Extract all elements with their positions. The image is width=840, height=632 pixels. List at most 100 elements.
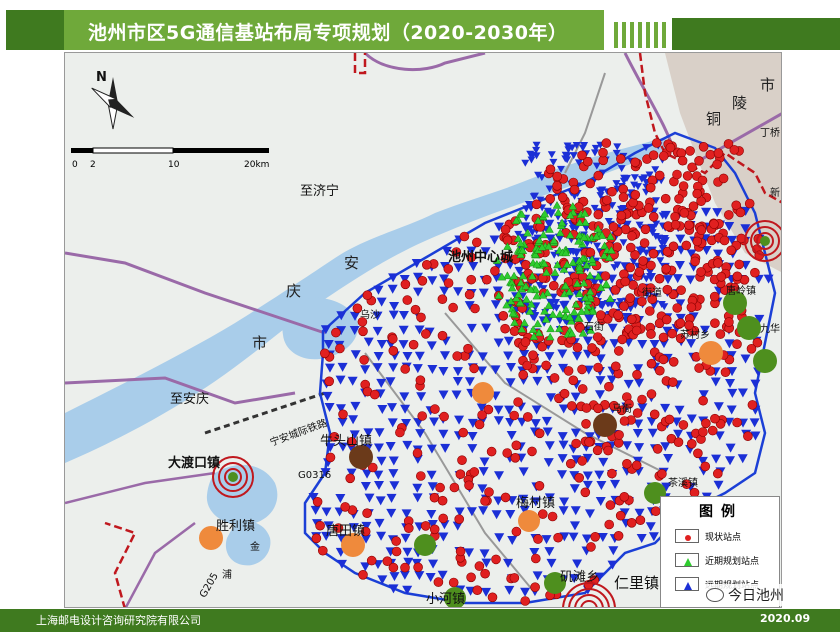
existing-site — [679, 208, 690, 218]
existing-site — [746, 343, 757, 354]
existing-site — [491, 554, 501, 565]
label-meicun: 梅村镇 — [516, 496, 556, 511]
existing-site — [388, 345, 399, 356]
label-renli: 仁里镇 — [614, 574, 660, 592]
existing-site — [593, 362, 603, 373]
existing-site — [458, 427, 469, 438]
existing-site — [712, 159, 722, 170]
existing-site — [362, 290, 373, 300]
existing-site — [577, 150, 587, 161]
existing-site — [652, 444, 663, 454]
existing-site — [626, 314, 637, 325]
existing-site — [585, 247, 596, 258]
label-shengli: 胜利镇 — [216, 519, 256, 534]
existing-site — [673, 437, 684, 448]
existing-site — [481, 274, 492, 285]
existing-site — [658, 354, 669, 365]
existing-site — [500, 323, 510, 334]
existing-site — [729, 145, 740, 155]
existing-site — [616, 210, 627, 221]
existing-site — [646, 389, 657, 399]
existing-site — [577, 384, 588, 394]
scale-tick-20: 20km — [244, 160, 270, 170]
label-jin: 金 — [250, 542, 260, 553]
existing-site — [613, 346, 624, 356]
existing-site — [358, 569, 368, 580]
existing-site — [632, 369, 642, 380]
label-ling: 陵 — [732, 94, 748, 112]
existing-site — [690, 256, 700, 267]
existing-site — [469, 467, 480, 477]
existing-site — [439, 411, 449, 422]
existing-site — [315, 520, 325, 531]
existing-site — [700, 461, 711, 472]
existing-site — [686, 302, 697, 313]
existing-site — [607, 186, 617, 197]
existing-site — [533, 534, 543, 544]
existing-site — [553, 532, 563, 543]
existing-site — [694, 363, 704, 373]
existing-site — [484, 487, 494, 497]
existing-site — [645, 182, 656, 193]
existing-site — [732, 271, 743, 282]
existing-site — [430, 404, 440, 414]
existing-site — [726, 245, 737, 256]
existing-site — [464, 480, 474, 491]
town-marker-east-2 — [699, 341, 723, 365]
existing-site — [658, 151, 669, 161]
existing-site — [448, 577, 459, 588]
existing-site — [541, 360, 551, 371]
existing-site — [429, 524, 440, 535]
existing-site — [490, 266, 500, 276]
existing-site — [590, 531, 601, 542]
existing-site — [732, 339, 742, 350]
label-shi: 市 — [252, 334, 268, 352]
existing-site — [615, 510, 626, 521]
existing-site — [712, 468, 723, 479]
label-chizhou-center: 池州中心城 — [448, 250, 514, 265]
label-tong: 铜 — [706, 110, 722, 128]
existing-site — [658, 332, 669, 343]
existing-site — [358, 326, 368, 337]
existing-site — [311, 533, 322, 544]
label-zhi-anqing: 至安庆 — [170, 392, 210, 407]
existing-site — [412, 448, 423, 458]
existing-site — [713, 148, 724, 158]
legend-label-existing: 现状站点 — [705, 533, 742, 543]
existing-site — [613, 438, 624, 448]
existing-site — [674, 194, 684, 204]
existing-site — [498, 310, 509, 321]
existing-site — [713, 258, 723, 268]
existing-site — [619, 416, 630, 426]
existing-site — [480, 568, 490, 579]
existing-site — [463, 343, 473, 354]
existing-site — [715, 329, 726, 339]
existing-site — [548, 280, 559, 291]
legend-swatch-near — [675, 553, 699, 567]
existing-site — [619, 491, 630, 502]
existing-site — [521, 260, 531, 270]
existing-site — [395, 427, 405, 438]
existing-site — [687, 162, 697, 173]
existing-site — [568, 375, 579, 386]
existing-site — [678, 420, 689, 430]
label-an: 安 — [344, 254, 360, 272]
existing-site — [437, 495, 448, 506]
existing-site — [565, 458, 576, 469]
header-stripes — [614, 22, 666, 48]
existing-site — [627, 231, 637, 241]
existing-site — [552, 181, 562, 191]
north-label: N — [96, 70, 107, 85]
existing-site — [605, 500, 616, 510]
existing-site — [630, 190, 641, 200]
existing-site — [648, 150, 659, 160]
existing-site — [421, 260, 432, 270]
existing-site — [573, 202, 584, 212]
existing-site — [654, 365, 665, 376]
existing-site — [698, 395, 708, 406]
existing-site — [705, 149, 716, 160]
existing-site — [744, 198, 755, 209]
existing-site — [692, 188, 703, 199]
existing-site — [487, 592, 498, 603]
existing-site — [743, 431, 753, 442]
